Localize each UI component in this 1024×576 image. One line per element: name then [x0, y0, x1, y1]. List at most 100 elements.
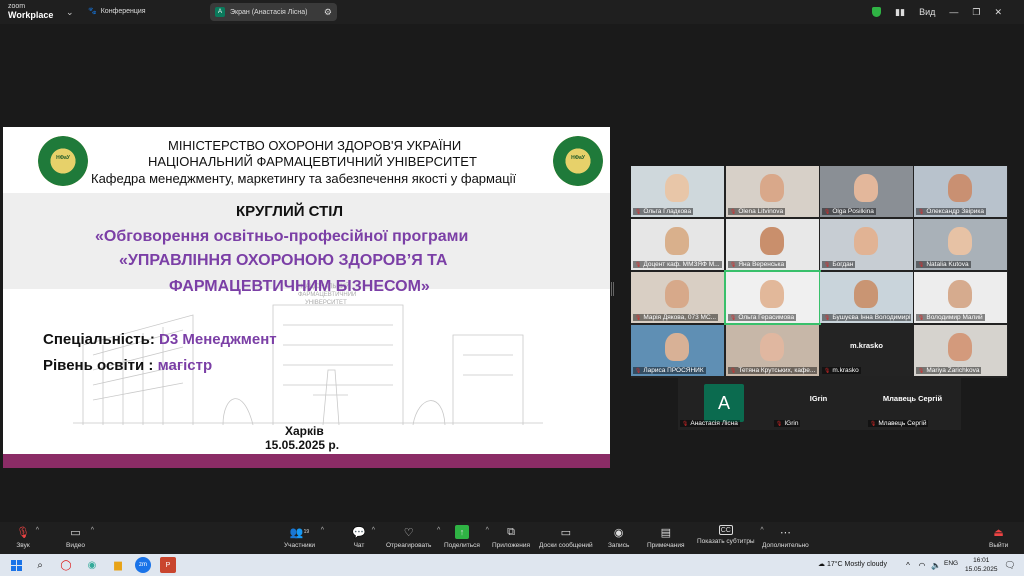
whiteboards-button[interactable]: ▭ Доски сообщений — [539, 525, 593, 550]
participant-tile[interactable]: Млавець Сергій 🎙 Млавець Сергій — [866, 378, 959, 429]
participant-name: 🎙 Яна Веренська — [728, 261, 787, 268]
record-button[interactable]: ◉ Запись — [608, 525, 629, 550]
participant-name: 🎙 Natalia Kutova — [916, 261, 971, 268]
view-button[interactable]: Вид — [919, 7, 935, 17]
participant-tile[interactable]: 🎙 Olga Posilkina — [820, 166, 913, 217]
participant-video — [760, 227, 784, 255]
participant-tile[interactable]: IGrin 🎙 IGrin — [772, 378, 865, 429]
participant-tile[interactable]: 🎙 Natalia Kutova — [914, 219, 1007, 270]
chevron-up-icon[interactable]: ^ — [437, 527, 440, 534]
participant-tile[interactable]: 🎙 Доцент каф. ММЗЯФ М... — [631, 219, 724, 270]
leave-button[interactable]: ⏏ Выйти — [989, 525, 1008, 550]
participant-tile[interactable]: 🎙 Богдан — [820, 219, 913, 270]
chat-button[interactable]: 💬 Чат ^ — [352, 525, 375, 550]
video-button[interactable]: ▭ Видео ^ — [66, 525, 94, 550]
chevron-up-icon[interactable]: ^ — [36, 527, 39, 534]
participant-name-text: Богдан — [832, 261, 854, 268]
participants-icon: 👥 19 — [289, 526, 310, 539]
mic-muted-icon: 🎙 — [635, 315, 642, 321]
gear-icon[interactable]: ⚙ — [324, 7, 332, 18]
seal-text-left: НФаУ — [56, 155, 70, 161]
participant-tile[interactable]: 🎙 Олександр Звірика — [914, 166, 1007, 217]
mic-muted-icon: 🎙 — [918, 315, 925, 321]
notes-icon: ▤ — [660, 526, 671, 539]
participant-tile[interactable]: 🎙 Марія Дякова, 073 МС... — [631, 272, 724, 323]
more-icon: ⋯ — [779, 526, 791, 539]
conference-menu[interactable]: 🐾 Конференция — [88, 7, 146, 16]
folder-icon[interactable]: ▆ — [110, 557, 126, 573]
chevron-up-icon[interactable]: ^ — [486, 527, 489, 534]
window-controls: ▮▮ Вид — ❐ ✕ — [872, 0, 1024, 24]
participant-tile[interactable]: m.krasko 🎙 m.krasko — [820, 325, 913, 376]
mic-muted-icon: 🎙 — [635, 262, 642, 268]
more-button[interactable]: ⋯ Дополнительно — [762, 525, 809, 550]
notes-button[interactable]: ▤ Примечания — [647, 525, 685, 550]
resize-handle[interactable] — [611, 282, 614, 296]
restore-icon[interactable]: ❐ — [972, 7, 980, 18]
shield-icon[interactable] — [872, 7, 882, 17]
seal-text-right: НФаУ — [571, 155, 585, 161]
search-icon[interactable]: ⌕ — [32, 557, 48, 573]
close-icon[interactable]: ✕ — [994, 7, 1002, 18]
browser-icon[interactable]: ◉ — [84, 557, 100, 573]
participant-tile[interactable]: 🎙 Лариса ПРОСЯНИК — [631, 325, 724, 376]
participant-tile[interactable]: 🎙 Mariya Zarichkova — [914, 325, 1007, 376]
react-label: Отреагировать — [386, 542, 432, 549]
chevron-up-icon[interactable]: ^ — [321, 527, 324, 534]
language-indicator[interactable]: ENG — [944, 560, 958, 567]
participant-tile[interactable]: 🎙 Ольга Гладкова — [631, 166, 724, 217]
participants-button[interactable]: 👥 19 Участники ^ — [284, 525, 324, 550]
participant-tile[interactable]: 🎙 Володимир Малий — [914, 272, 1007, 323]
participant-name: 🎙 Олександр Звірика — [916, 208, 987, 215]
apps-button[interactable]: ⧉ Приложения — [492, 525, 530, 550]
captions-icon: CC — [718, 525, 733, 535]
participant-tile[interactable]: 🎙 Тетяна Крутських, кафе... — [726, 325, 819, 376]
zoom-app-icon[interactable]: zm — [135, 557, 151, 573]
shared-slide: НФаУ НФаУ МІНІСТЕРСТВО ОХОРОНИ ЗДОРОВ'Я … — [3, 127, 610, 468]
participant-name: 🎙 Olga Posilkina — [822, 208, 876, 215]
paw-icon: 🐾 — [88, 8, 97, 15]
volume-icon[interactable]: 🔈 — [928, 557, 944, 573]
chevron-up-icon[interactable]: ^ — [91, 527, 94, 534]
participant-name-text: Natalia Kutova — [926, 261, 969, 268]
department-title: Кафедра менеджменту, маркетингу та забез… — [91, 171, 517, 186]
cloud-icon: ☁ — [818, 561, 825, 568]
notifications-icon[interactable]: 🗨 — [1002, 557, 1018, 573]
screen-share-label: Экран (Анастасія Лісна) — [230, 8, 308, 16]
audio-button[interactable]: 🎙 Звук ^ — [16, 525, 39, 550]
captions-button[interactable]: CC Показать субтитры ^ — [697, 525, 764, 545]
mic-muted-icon: 🎙 — [918, 262, 925, 268]
zoom-logo[interactable]: zoom Workplace — [8, 3, 53, 20]
participant-name: 🎙 Тетяна Крутських, кафе... — [728, 367, 817, 374]
participant-name: 🎙 Ольга Герасимова — [728, 314, 797, 321]
participant-video — [948, 333, 972, 361]
share-button[interactable]: ↑ Поделиться ^ — [444, 525, 489, 549]
participant-tile[interactable]: 🎙 Бушуєва Інна Володимирів... — [820, 272, 913, 323]
video-gallery: 🎙 Ольга Гладкова 🎙 Olena Litvinova 🎙 Olga Pos… — [631, 166, 1008, 378]
participant-tile[interactable]: 🎙 Ольга Герасимова — [724, 270, 821, 325]
share-screen-icon: ↑ — [454, 525, 469, 539]
participant-tile[interactable]: A 🎙 Анастасія Лісна — [678, 378, 771, 429]
react-button[interactable]: ♡ Отреагировать ^ — [386, 525, 440, 550]
participant-name-text: Володимир Малий — [926, 314, 983, 321]
participant-video — [760, 280, 784, 308]
weather-widget[interactable]: ☁ 17°C Mostly cloudy — [818, 560, 887, 568]
mic-muted-icon: 🎙 — [635, 368, 642, 374]
mic-muted-icon: 🎙 — [870, 421, 877, 427]
powerpoint-icon[interactable]: P — [160, 557, 176, 573]
windows-taskbar: ⌕ ◯ ◉ ▆ zm P ☁ 17°C Mostly cloudy ^ ◠ 🔈 … — [0, 554, 1024, 576]
program-line1: «Обговорення освітньо-професійної програ… — [95, 228, 469, 245]
participant-name-text: Olga Posilkina — [832, 208, 874, 215]
chevron-up-icon[interactable]: ^ — [372, 527, 375, 534]
screen-share-pill[interactable]: A Экран (Анастасія Лісна) ⚙ — [210, 3, 337, 21]
windows-start-icon[interactable] — [8, 557, 24, 573]
chat-icon: 💬 — [352, 526, 366, 539]
clock[interactable]: 16:01 15.05.2025 — [965, 556, 998, 574]
chevron-down-icon[interactable]: ⌄ — [66, 7, 74, 18]
minimize-icon[interactable]: — — [949, 7, 958, 17]
participant-tile[interactable]: 🎙 Olena Litvinova — [726, 166, 819, 217]
participant-tile[interactable]: 🎙 Яна Веренська — [726, 219, 819, 270]
notes-label: Примечания — [647, 542, 685, 549]
opera-icon[interactable]: ◯ — [58, 557, 74, 573]
mic-muted-icon: 🎙 — [824, 262, 831, 268]
